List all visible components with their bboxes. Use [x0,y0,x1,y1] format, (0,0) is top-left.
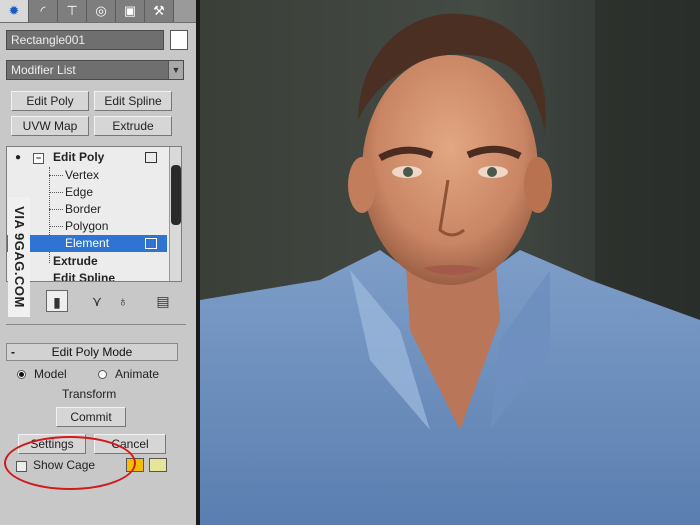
stack-item-element[interactable]: Element [7,235,167,252]
stack-item-edge[interactable]: Edge [7,184,167,201]
modifier-stack: ● − Edit Poly Vertex Edge Border Polygon… [6,146,182,282]
stack-item-label: Border [65,202,102,216]
divider [6,324,186,325]
scrollbar-thumb[interactable] [171,165,181,225]
portrait-photo [200,0,700,525]
edit-poly-mode-rollout[interactable]: - Edit Poly Mode [6,343,178,361]
model-radio[interactable] [17,370,26,379]
extrude-button[interactable]: Extrude [94,116,172,136]
create-tab[interactable]: ✹ [0,0,29,22]
stack-item-label: Edge [65,185,94,199]
stack-item-extrude[interactable]: Extrude [7,253,167,270]
stack-item-vertex[interactable]: Vertex [7,167,167,184]
stack-item-label: Element [65,236,110,250]
configure-sets-icon[interactable]: ▤ [152,290,174,312]
collapse-icon[interactable]: − [33,153,44,164]
motion-icon: ◎ [95,3,107,18]
stack-item-label: Extrude [53,254,98,268]
highlight-circle-annotation [4,436,136,490]
stack-item-label: Edit Spline [53,271,116,282]
modifier-display-icon [145,238,157,249]
object-name-field[interactable]: Rectangle001 [6,30,164,50]
stack-scrollbar[interactable] [169,147,181,281]
object-color-swatch[interactable] [170,30,188,50]
command-panel-tabs: ✹ ◜ ⊤ ◎ ▣ ⚒ [0,0,200,23]
edit-spline-button[interactable]: Edit Spline [94,91,172,111]
edit-poly-button[interactable]: Edit Poly [11,91,89,111]
portrait-photo-image [200,0,700,525]
transform-label: Transform [62,387,117,401]
uvw-map-button[interactable]: UVW Map [11,116,89,136]
display-icon: ▣ [123,3,137,18]
animate-label: Animate [115,367,160,381]
collapse-icon: - [11,345,15,359]
lightbulb-icon[interactable]: ● [15,149,21,166]
model-label: Model [34,367,67,381]
modifier-display-icon [145,152,157,163]
stack-toolbar: ⊣ ▮ ⋎ ♁ ▤ [6,290,186,314]
watermark: VIA 9GAG.COM [8,197,30,317]
stack-item-border[interactable]: Border [7,201,167,218]
stack-item-label: Polygon [65,219,109,233]
utilities-tab[interactable]: ⚒ [145,0,174,22]
stack-item-polygon[interactable]: Polygon [7,218,167,235]
stack-item-edit-poly[interactable]: ● − Edit Poly [7,149,167,166]
hierarchy-icon: ⊤ [66,3,78,18]
chevron-down-icon[interactable]: ▼ [168,61,183,79]
cage-color-swatch-2[interactable] [149,458,167,472]
command-panel: ✹ ◜ ⊤ ◎ ▣ ⚒ Rectangle001 Modifier List ▼… [0,0,200,525]
remove-modifier-icon[interactable]: ♁ [112,290,134,312]
stack-item-label: Edit Poly [53,150,105,164]
display-tab[interactable]: ▣ [116,0,145,22]
stack-item-edit-spline[interactable]: Edit Spline [7,270,167,282]
stack-item-label: Vertex [65,168,100,182]
curve-icon: ◜ [40,3,46,18]
animate-radio[interactable] [98,370,107,379]
commit-button[interactable]: Commit [56,407,126,427]
make-unique-icon[interactable]: ⋎ [86,290,108,312]
modifier-list-label: Modifier List [11,63,76,77]
show-end-result-icon[interactable]: ▮ [46,290,68,312]
modifier-list-dropdown[interactable]: Modifier List ▼ [6,60,184,80]
rollout-title: Edit Poly Mode [51,345,133,359]
modify-tab[interactable]: ◜ [29,0,58,22]
motion-tab[interactable]: ◎ [87,0,116,22]
sun-icon: ✹ [8,3,20,18]
hammer-icon: ⚒ [153,3,165,18]
hierarchy-tab[interactable]: ⊤ [58,0,87,22]
